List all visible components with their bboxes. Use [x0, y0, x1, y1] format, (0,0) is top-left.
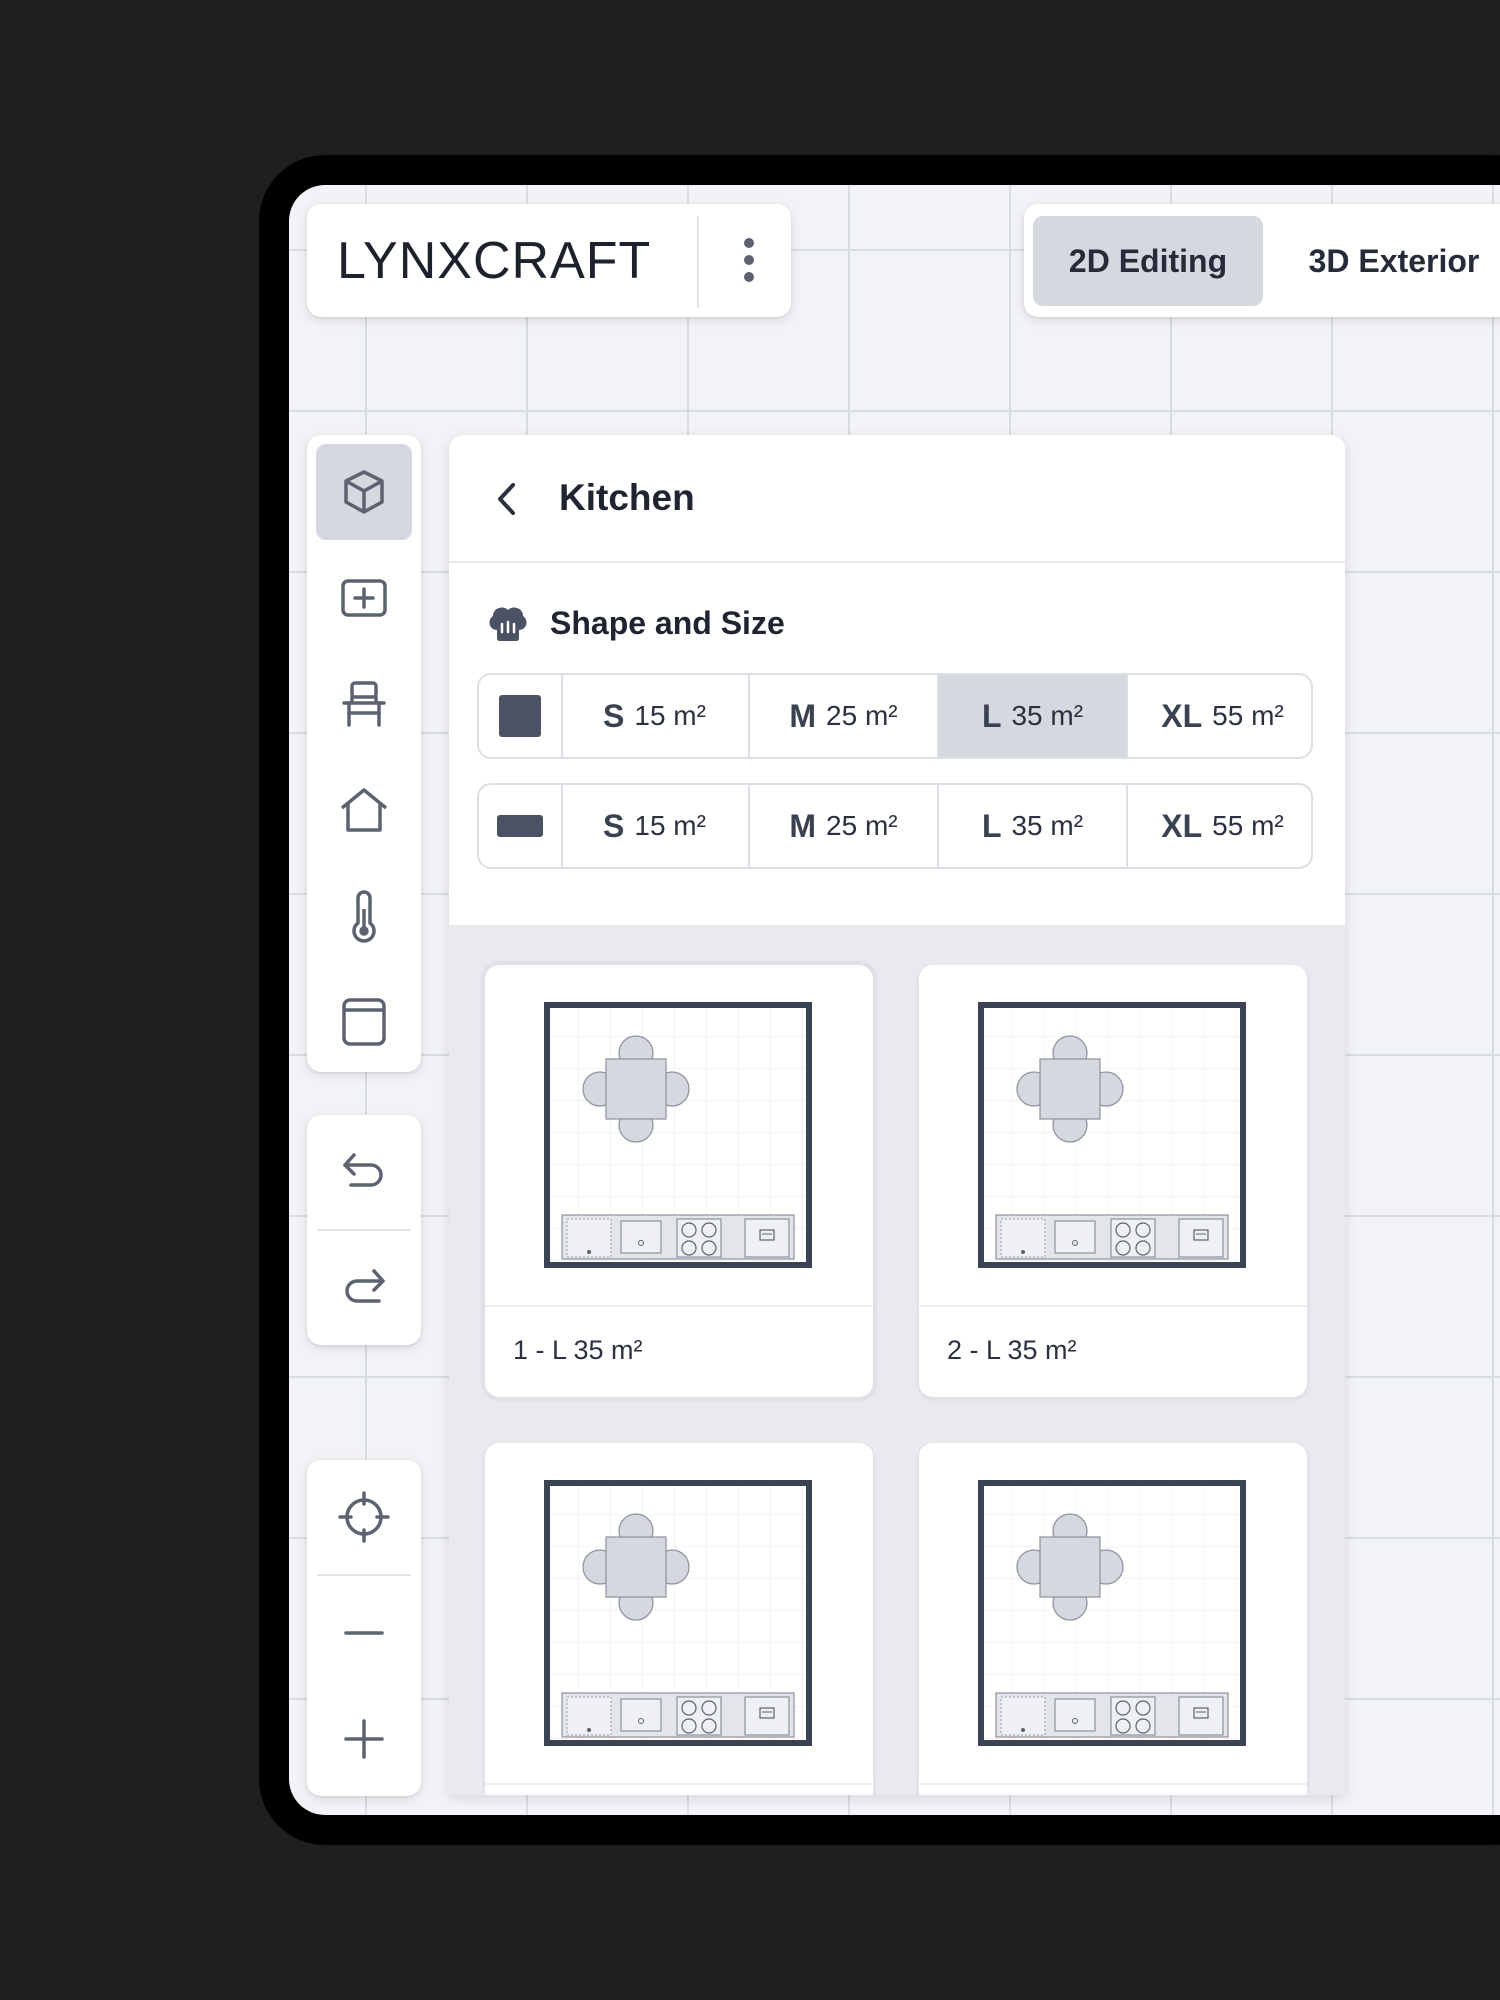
tab-2d-editing[interactable]: 2D Editing: [1033, 216, 1263, 306]
crosshair-icon: [338, 1491, 390, 1543]
redo-button[interactable]: [316, 1240, 412, 1336]
size-row-square: S 15 m² M 25 m² L 35 m² XL 55 m²: [477, 673, 1313, 759]
add-box-icon: [341, 579, 387, 617]
layout-card-3[interactable]: [485, 1443, 873, 1795]
history-controls: [307, 1115, 421, 1345]
layout-label: 1 - L 35 m²: [513, 1335, 643, 1365]
floorplan-thumbnail: [919, 965, 1307, 1305]
size-option-m[interactable]: M 25 m²: [750, 675, 939, 757]
cube-icon: [344, 470, 384, 514]
section-title: Shape and Size: [550, 605, 785, 641]
zoom-divider: [317, 1574, 411, 1576]
tool-windows[interactable]: [316, 974, 412, 1070]
tool-furniture[interactable]: [316, 656, 412, 752]
layout-card-4[interactable]: [919, 1443, 1307, 1795]
zoom-controls: [307, 1460, 421, 1796]
size-option-s[interactable]: S 15 m²: [561, 675, 750, 757]
panel-options: Kitchen Shape and Size S 15 m² M 25 m² L 35…: [449, 435, 1345, 925]
undo-icon: [343, 1153, 383, 1187]
tool-3d-objects[interactable]: [316, 444, 412, 540]
size-option-l[interactable]: L 35 m²: [939, 675, 1128, 757]
size-option-s[interactable]: S 15 m²: [561, 785, 750, 867]
size-option-l[interactable]: L 35 m²: [939, 785, 1128, 867]
back-button[interactable]: [477, 469, 537, 529]
tab-3d-exterior[interactable]: 3D Exterior: [1274, 216, 1500, 306]
thermometer-icon: [352, 890, 376, 943]
kitchen-panel: Kitchen Shape and Size S 15 m² M 25 m² L 35…: [449, 435, 1345, 1795]
layout-card-2[interactable]: 2 - L 35 m²: [919, 965, 1307, 1397]
app-logo: LYNXCRAFT: [337, 231, 652, 290]
recenter-button[interactable]: [316, 1469, 412, 1565]
redo-icon: [345, 1269, 385, 1303]
plus-icon: [344, 1719, 384, 1759]
tool-sidebar: [307, 435, 421, 1072]
mode-switcher: 2D Editing 3D Exterior: [1024, 204, 1500, 317]
window-icon: [342, 998, 386, 1046]
minus-icon: [344, 1631, 384, 1635]
chevron-left-icon: [498, 483, 515, 515]
chef-hat-icon: [489, 607, 527, 641]
more-vertical-icon: [744, 238, 754, 282]
zoom-in-button[interactable]: [316, 1691, 412, 1787]
layout-card-1[interactable]: 1 - L 35 m²: [485, 965, 873, 1397]
size-row-rectangle: S 15 m² M 25 m² L 35 m² XL 55 m²: [477, 783, 1313, 869]
brand-divider: [697, 216, 699, 308]
editor-canvas[interactable]: LYNXCRAFT 2D Editing 3D Exterior Kitchen…: [289, 185, 1500, 1815]
shape-swatch-square: [479, 675, 563, 757]
more-menu-button[interactable]: [707, 218, 791, 302]
zoom-out-button[interactable]: [316, 1585, 412, 1681]
floorplan-thumbnail: [485, 1443, 873, 1783]
floorplan-thumbnail: [919, 1443, 1307, 1783]
layout-label: 2 - L 35 m²: [947, 1335, 1077, 1365]
shape-swatch-rectangle: [479, 785, 563, 867]
floorplan-thumbnail: [485, 965, 873, 1305]
history-divider: [317, 1229, 411, 1231]
home-icon: [340, 788, 388, 832]
tool-add-room[interactable]: [316, 550, 412, 646]
tool-climate[interactable]: [316, 868, 412, 964]
tool-structure[interactable]: [316, 762, 412, 858]
size-option-xl[interactable]: XL 55 m²: [1128, 675, 1311, 757]
panel-header: Kitchen: [449, 435, 1345, 563]
size-option-xl[interactable]: XL 55 m²: [1128, 785, 1311, 867]
brand-card: LYNXCRAFT: [307, 204, 791, 317]
chair-icon: [342, 681, 386, 727]
panel-title: Kitchen: [559, 477, 695, 518]
size-option-m[interactable]: M 25 m²: [750, 785, 939, 867]
undo-button[interactable]: [316, 1124, 412, 1220]
